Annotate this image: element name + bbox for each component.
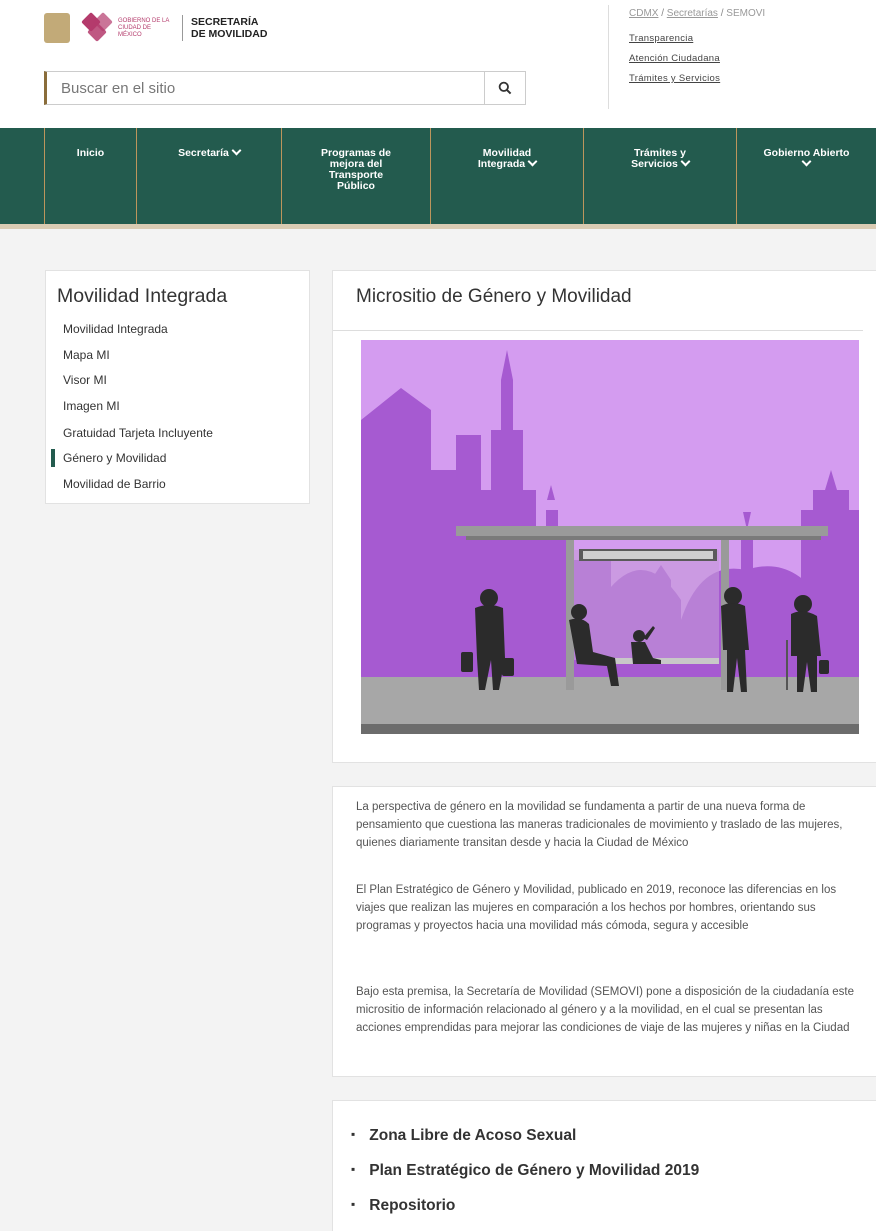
nav-secretaria[interactable]: Secretaría — [136, 128, 281, 224]
site-logo[interactable]: GOBIERNO DE LA CIUDAD DE MÉXICO SECRETAR… — [44, 10, 267, 46]
sidebar-item-imagen-mi[interactable]: Imagen MI — [63, 399, 120, 413]
main-header-card: Micrositio de Género y Movilidad — [332, 270, 876, 763]
breadcrumb-separator: / — [658, 8, 667, 19]
atencion-ciudadana-link[interactable]: Atención Ciudadana — [629, 53, 876, 64]
header-links: CDMX / Secretarías / SEMOVI Transparenci… — [608, 5, 876, 109]
main-nav: Inicio Secretaría Programas de mejora de… — [0, 128, 876, 229]
logo-divider — [182, 15, 183, 41]
nav-movilidad-integrada[interactable]: Movilidad Integrada — [430, 128, 583, 224]
search-box — [44, 71, 526, 105]
nav-label: Integrada — [477, 158, 526, 170]
search-button[interactable] — [484, 72, 525, 104]
page-title: Micrositio de Género y Movilidad — [356, 286, 632, 307]
nav-label: Público — [337, 180, 375, 192]
repositorio-link[interactable]: Repositorio — [369, 1197, 455, 1214]
list-item: ▪ Repositorio — [351, 1197, 455, 1215]
list-item: ▪ Zona Libre de Acoso Sexual — [351, 1127, 576, 1145]
plan-estrategico-link[interactable]: Plan Estratégico de Género y Movilidad 2… — [369, 1162, 699, 1179]
nav-label: Servicios — [631, 158, 678, 170]
chevron-down-icon — [680, 156, 691, 167]
sidebar-item-visor-mi[interactable]: Visor MI — [63, 373, 107, 387]
nav-programas-mejora[interactable]: Programas de mejora del Transporte Públi… — [281, 128, 430, 224]
sidebar: Movilidad Integrada Movilidad Integrada … — [45, 270, 310, 504]
transparencia-link[interactable]: Transparencia — [629, 33, 876, 44]
nav-inicio[interactable]: Inicio — [44, 128, 136, 224]
breadcrumb-current: SEMOVI — [726, 8, 766, 19]
nav-label: Secretaría — [178, 147, 229, 159]
coat-of-arms-icon — [44, 13, 70, 43]
cdmx-logo-icon — [81, 12, 113, 43]
zona-libre-acoso-link[interactable]: Zona Libre de Acoso Sexual — [369, 1127, 576, 1144]
chevron-down-icon — [801, 156, 812, 167]
nav-gobierno-abierto[interactable]: Gobierno Abierto — [736, 128, 876, 224]
breadcrumb-secretarias[interactable]: Secretarías — [667, 8, 718, 19]
search-input[interactable] — [47, 72, 484, 104]
bus-stop-illustration — [361, 340, 859, 734]
intro-paragraph-2: El Plan Estratégico de Género y Movilida… — [356, 884, 837, 932]
site-header: GOBIERNO DE LA CIUDAD DE MÉXICO SECRETAR… — [0, 0, 876, 128]
bullet-icon: ▪ — [351, 1197, 356, 1211]
secretaria-line2: DE MOVILIDAD — [191, 28, 268, 40]
title-divider — [333, 330, 863, 331]
secretaria-line1: SECRETARÍA — [191, 16, 259, 28]
sidebar-item-movilidad-integrada[interactable]: Movilidad Integrada — [63, 322, 168, 336]
sidebar-item-movilidad-barrio[interactable]: Movilidad de Barrio — [63, 477, 166, 491]
nav-tramites-servicios[interactable]: Trámites y Servicios — [583, 128, 736, 224]
chevron-down-icon — [527, 156, 538, 167]
secretaria-name: SECRETARÍA DE MOVILIDAD — [191, 16, 267, 40]
sidebar-item-gratuidad[interactable]: Gratuidad Tarjeta Incluyente — [63, 426, 213, 440]
bullet-icon: ▪ — [351, 1162, 356, 1176]
nav-label: Inicio — [76, 147, 105, 159]
links-card: ▪ Zona Libre de Acoso Sexual ▪ Plan Estrat… — [332, 1100, 876, 1231]
cdmx-logo-text: GOBIERNO DE LA CIUDAD DE MÉXICO — [118, 17, 170, 38]
list-item: ▪ Plan Estratégico de Género y Movilidad … — [351, 1162, 699, 1180]
chevron-down-icon — [231, 145, 242, 156]
intro-paragraph-1: La perspectiva de género en la movilidad… — [356, 801, 843, 849]
breadcrumb-cdmx[interactable]: CDMX — [629, 8, 658, 19]
sidebar-item-genero-movilidad[interactable]: Género y Movilidad — [50, 449, 166, 467]
intro-paragraph-3: Bajo esta premisa, la Secretaría de Movi… — [356, 986, 854, 1034]
intro-text-card: La perspectiva de género en la movilidad… — [332, 786, 876, 1077]
search-icon — [498, 81, 512, 95]
tramites-servicios-link[interactable]: Trámites y Servicios — [629, 73, 876, 84]
sidebar-title: Movilidad Integrada — [57, 285, 228, 307]
sidebar-item-mapa-mi[interactable]: Mapa MI — [63, 348, 110, 362]
bullet-icon: ▪ — [351, 1127, 356, 1141]
breadcrumb: CDMX / Secretarías / SEMOVI — [629, 8, 876, 19]
